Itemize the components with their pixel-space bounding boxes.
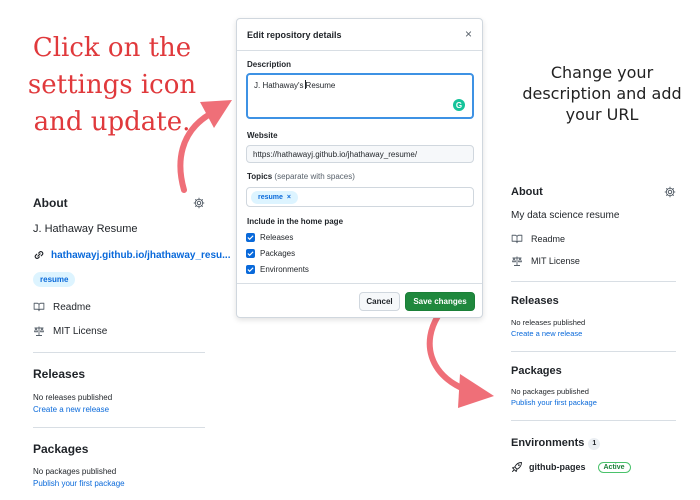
description-text-after-caret: Resume xyxy=(305,81,336,90)
releases-heading[interactable]: Releases xyxy=(511,295,676,307)
create-release-link[interactable]: Create a new release xyxy=(511,329,676,338)
publish-package-link[interactable]: Publish your first package xyxy=(33,479,205,488)
packages-heading[interactable]: Packages xyxy=(511,365,676,377)
topic-resume[interactable]: resume xyxy=(33,272,76,287)
about-description: My data science resume xyxy=(511,210,620,221)
dialog-title: Edit repository details xyxy=(247,30,342,40)
description-textarea[interactable]: J. Hathaway's Resume G xyxy=(246,73,474,119)
remove-topic-icon[interactable]: × xyxy=(287,194,291,201)
gear-icon[interactable] xyxy=(193,197,205,209)
releases-empty-text: No releases published xyxy=(33,393,113,402)
packages-checkbox-row[interactable]: Packages xyxy=(246,249,295,258)
environments-count-badge: 1 xyxy=(588,437,601,450)
arrow-to-right-sidebar xyxy=(426,313,494,408)
gear-icon[interactable] xyxy=(664,186,676,198)
environments-checkbox-label: Environments xyxy=(260,265,309,274)
divider xyxy=(511,281,676,282)
packages-checkbox-label: Packages xyxy=(260,249,296,258)
topics-label: Topics (separate with spaces) xyxy=(247,172,355,181)
releases-checkbox-row[interactable]: Releases xyxy=(246,233,293,242)
active-status-badge: Active xyxy=(597,461,631,473)
create-release-link[interactable]: Create a new release xyxy=(33,405,205,414)
checkbox-checked-icon[interactable] xyxy=(246,249,255,258)
include-home-label: Include in the home page xyxy=(247,217,344,226)
releases-checkbox-label: Releases xyxy=(260,233,294,242)
packages-empty-text: No packages published xyxy=(33,467,117,476)
environment-name[interactable]: github-pages xyxy=(529,462,586,472)
right-sidebar: About My data science resume Readme MIT … xyxy=(511,186,676,473)
checkbox-checked-icon[interactable] xyxy=(246,233,255,242)
about-heading: About xyxy=(511,186,543,198)
topics-hint: (separate with spaces) xyxy=(274,172,355,181)
right-instruction: Change your description and add your URL xyxy=(522,63,682,124)
description-label: Description xyxy=(247,60,292,69)
releases-empty-text: No releases published xyxy=(511,318,586,327)
publish-package-link[interactable]: Publish your first package xyxy=(511,398,676,407)
grammarly-icon[interactable]: G xyxy=(453,99,465,111)
environments-heading[interactable]: Environments xyxy=(511,437,584,449)
checkbox-checked-icon[interactable] xyxy=(246,265,255,274)
packages-empty-text: No packages published xyxy=(511,387,589,396)
link-icon xyxy=(33,249,45,261)
divider xyxy=(33,352,205,353)
close-icon[interactable]: × xyxy=(465,27,472,41)
website-input[interactable]: https://hathawayj.github.io/jhathaway_re… xyxy=(246,145,474,163)
divider xyxy=(33,427,205,428)
left-sidebar: About J. Hathaway Resume hathawayj.githu… xyxy=(33,196,230,500)
topic-pill-label: resume xyxy=(258,194,283,201)
readme-link[interactable]: Readme xyxy=(53,302,91,313)
save-changes-button[interactable]: Save changes xyxy=(405,292,475,311)
book-icon xyxy=(33,301,45,313)
license-link[interactable]: MIT License xyxy=(531,256,580,266)
packages-heading[interactable]: Packages xyxy=(33,442,205,456)
website-label: Website xyxy=(247,131,278,140)
about-heading: About xyxy=(33,196,68,210)
license-link[interactable]: MIT License xyxy=(53,326,107,337)
book-icon xyxy=(511,233,523,245)
divider xyxy=(511,420,676,421)
website-link[interactable]: hathawayj.github.io/jhathaway_resu... xyxy=(51,250,230,261)
arrow-to-dialog xyxy=(177,100,232,193)
topics-input[interactable]: resume × xyxy=(246,187,474,207)
readme-link[interactable]: Readme xyxy=(531,234,565,244)
about-description: J. Hathaway Resume xyxy=(33,223,138,235)
edit-repository-dialog: Edit repository details × Description J.… xyxy=(236,18,483,318)
releases-heading[interactable]: Releases xyxy=(33,367,205,381)
topic-pill-resume[interactable]: resume × xyxy=(251,191,298,204)
topics-label-text: Topics xyxy=(247,172,273,181)
dialog-header-divider xyxy=(237,50,482,51)
description-text-before-caret: J. Hathaway's xyxy=(254,81,304,90)
dialog-footer-divider xyxy=(237,283,482,284)
scale-icon xyxy=(33,325,45,337)
divider xyxy=(511,351,676,352)
scale-icon xyxy=(511,255,523,267)
environments-checkbox-row[interactable]: Environments xyxy=(246,265,309,274)
rocket-icon xyxy=(511,461,523,473)
cancel-button[interactable]: Cancel xyxy=(359,292,400,311)
